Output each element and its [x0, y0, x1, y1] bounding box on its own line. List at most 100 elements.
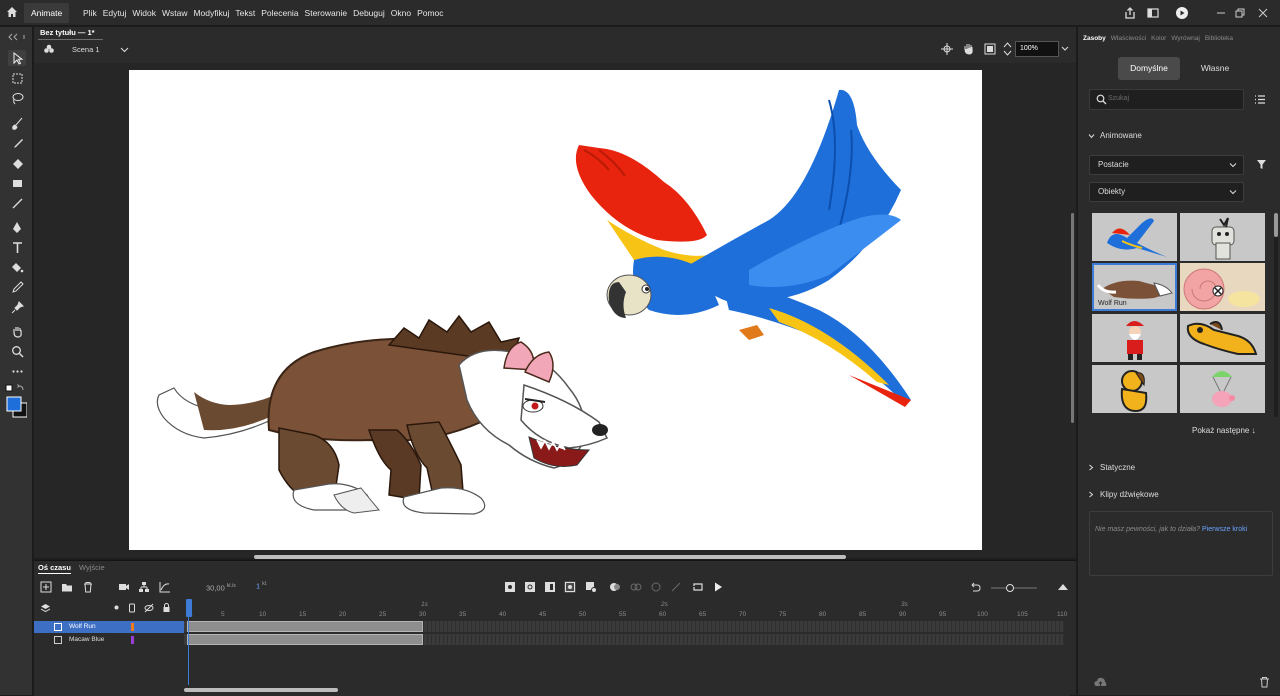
blank-keyframe-icon[interactable]: [524, 581, 536, 593]
asset-mummy-thumbnail[interactable]: [1180, 213, 1265, 261]
free-transform-tool[interactable]: [8, 70, 26, 86]
hand-tool[interactable]: [8, 323, 26, 339]
tab-timeline[interactable]: Oś czasu: [38, 563, 71, 574]
eraser-tool[interactable]: [8, 155, 26, 171]
trash-icon[interactable]: [1259, 676, 1270, 688]
zoom-input[interactable]: 100%: [1015, 41, 1059, 57]
tab-output[interactable]: Wyjście: [79, 563, 105, 572]
new-folder-icon[interactable]: [61, 581, 73, 593]
edit-multiple-frames-icon[interactable]: [630, 581, 642, 593]
loop-playback-icon[interactable]: [692, 581, 704, 593]
camera-icon[interactable]: [118, 581, 130, 593]
insert-frame-icon[interactable]: [544, 581, 556, 593]
graph-icon[interactable]: [159, 581, 171, 593]
delete-icon[interactable]: [82, 581, 94, 593]
rotation-icon[interactable]: [962, 42, 975, 55]
clip-content-icon[interactable]: [984, 43, 996, 55]
zoom-stepper-icon[interactable]: [1003, 41, 1012, 57]
share-icon[interactable]: [1123, 6, 1137, 20]
timeline-scrollbar[interactable]: [184, 688, 338, 692]
section-static[interactable]: Statyczne: [1100, 463, 1135, 472]
playhead[interactable]: [186, 599, 192, 617]
macaw-character[interactable]: [575, 89, 911, 407]
chevron-down-icon[interactable]: [120, 46, 129, 53]
stage[interactable]: [129, 70, 982, 550]
close-icon[interactable]: [1256, 6, 1270, 20]
center-stage-icon[interactable]: [941, 43, 953, 55]
chevron-right-icon[interactable]: [1088, 464, 1094, 471]
undo-icon[interactable]: [969, 581, 981, 593]
segment-default[interactable]: Domyślne: [1118, 57, 1180, 80]
brush-tool[interactable]: [8, 135, 26, 151]
segment-custom[interactable]: Własne: [1188, 57, 1242, 80]
tab-library[interactable]: Biblioteka: [1205, 35, 1233, 42]
asset-wolf-run-thumbnail[interactable]: Wolf Run: [1092, 263, 1177, 311]
rectangle-tool[interactable]: [8, 175, 26, 191]
thumbnails-scrollbar-thumb[interactable]: [1274, 213, 1278, 237]
menu-debug[interactable]: Debuguj: [353, 8, 385, 18]
layer-name[interactable]: Macaw Blue: [69, 634, 104, 646]
menu-edit[interactable]: Edytuj: [103, 8, 127, 18]
asset-pig-parachute-thumbnail[interactable]: [1180, 365, 1265, 413]
stage-horizontal-scrollbar[interactable]: [254, 555, 846, 559]
tab-assets[interactable]: Zasoby: [1083, 35, 1106, 42]
wolf-character[interactable]: [156, 314, 609, 515]
layer-name[interactable]: Wolf Run: [69, 621, 96, 633]
home-icon[interactable]: [6, 6, 18, 18]
selection-tool[interactable]: [8, 50, 26, 66]
menu-insert[interactable]: Wstaw: [162, 8, 188, 18]
frame-ruler[interactable]: 1510152025303540455055606570758085909510…: [184, 599, 1070, 621]
fps-value[interactable]: 30,00: [206, 584, 225, 593]
lock-all-icon[interactable]: [162, 602, 171, 613]
menu-modify[interactable]: Modyfikuj: [193, 8, 229, 18]
center-frame-icon[interactable]: [670, 581, 682, 593]
asset-dog-sit-thumbnail[interactable]: [1092, 365, 1177, 413]
text-tool[interactable]: [8, 239, 26, 255]
pen-tool[interactable]: [8, 219, 26, 235]
loop-icon[interactable]: [650, 581, 662, 593]
highlight-icon[interactable]: [128, 603, 136, 613]
menu-commands[interactable]: Polecenia: [261, 8, 298, 18]
asset-dog-jump-thumbnail[interactable]: [1180, 314, 1265, 362]
frame-rate[interactable]: 30,00 kl./s: [206, 583, 236, 593]
expand-timeline-icon[interactable]: [1057, 581, 1069, 593]
layout-icon[interactable]: [1146, 6, 1160, 20]
show-more-link[interactable]: Pokaż następne ↓: [1192, 426, 1256, 435]
tab-align[interactable]: Wyrównaj: [1171, 35, 1199, 42]
more-tools[interactable]: [8, 363, 26, 379]
chevron-down-icon[interactable]: [1088, 133, 1095, 139]
parenting-icon[interactable]: [138, 581, 150, 593]
new-layer-icon[interactable]: [40, 581, 52, 593]
layer-row-wolf-run[interactable]: Wolf Run: [34, 621, 184, 633]
line-tool[interactable]: [8, 195, 26, 211]
paint-brush-tool[interactable]: [8, 115, 26, 131]
thumbnails-scrollbar-track[interactable]: [1274, 213, 1278, 417]
tab-properties[interactable]: Właściwości: [1111, 35, 1146, 42]
frame-span-wolf-run[interactable]: [187, 621, 423, 632]
layer-row-macaw-blue[interactable]: Macaw Blue: [34, 634, 184, 646]
section-sound-clips[interactable]: Klipy dźwiękowe: [1100, 490, 1159, 499]
tween-icon[interactable]: [585, 581, 597, 593]
lasso-tool[interactable]: [8, 90, 26, 106]
menu-control[interactable]: Sterowanie: [305, 8, 348, 18]
asset-snail-thumbnail[interactable]: [1180, 263, 1265, 311]
menu-help[interactable]: Pomoc: [417, 8, 443, 18]
show-all-icon[interactable]: [114, 605, 119, 610]
collapse-icon[interactable]: [4, 31, 28, 43]
cloud-upload-icon[interactable]: [1094, 677, 1107, 688]
stage-vertical-scrollbar[interactable]: [1071, 213, 1074, 423]
test-movie-icon[interactable]: [1175, 6, 1189, 20]
paint-bucket-tool[interactable]: [8, 259, 26, 275]
layer-color-tag[interactable]: [131, 636, 134, 644]
scene-name[interactable]: Scena 1: [72, 45, 100, 54]
keyframe-icon[interactable]: [504, 581, 516, 593]
current-frame-value[interactable]: 1: [256, 582, 260, 591]
filter-icon[interactable]: [1256, 159, 1267, 170]
hide-all-icon[interactable]: [144, 603, 154, 613]
eyedropper-tool[interactable]: [8, 279, 26, 295]
current-frame[interactable]: 1 kl.: [256, 581, 267, 591]
list-view-icon[interactable]: [1254, 94, 1266, 105]
app-name[interactable]: Animate: [24, 3, 70, 23]
frame-size-slider[interactable]: [989, 583, 1039, 593]
zoom-chevron-icon[interactable]: [1061, 46, 1069, 52]
